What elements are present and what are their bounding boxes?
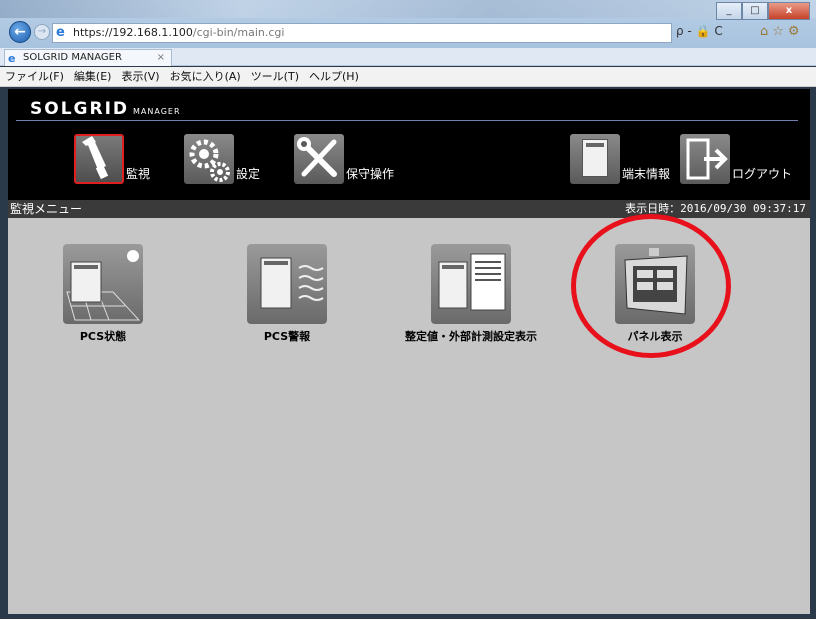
menu-file[interactable]: ファイル(F)	[0, 67, 69, 86]
nav-maintenance-label: 保守操作	[346, 167, 395, 181]
address-url-path: /cgi-bin/main.cgi	[192, 26, 285, 39]
menu-edit[interactable]: 編集(E)	[69, 67, 117, 86]
logout-door-icon	[680, 134, 730, 184]
tab-close-icon[interactable]: ×	[157, 50, 165, 65]
address-tools[interactable]: ρ - 🔒 C	[676, 24, 746, 42]
logo-sub: MANAGER	[133, 107, 181, 116]
pcs-alarm-icon	[260, 257, 324, 309]
maximize-button[interactable]: □	[742, 2, 768, 20]
menu-title: 監視メニュー	[10, 202, 83, 216]
nav-logout-label: ログアウト	[732, 167, 793, 181]
nav-terminal-info-label: 端末情報	[622, 167, 671, 181]
monitor-flashlight-icon	[74, 134, 124, 184]
tile-settings-display-label[interactable]: 整定値・外部計測設定表示	[391, 328, 551, 344]
browser-tab[interactable]: e SOLGRID MANAGER ×	[4, 49, 172, 66]
highlight-circle	[571, 214, 731, 358]
back-button[interactable]: ←	[9, 21, 31, 43]
menu-tools[interactable]: ツール(T)	[246, 67, 304, 86]
header-divider	[16, 120, 798, 121]
nav-maintenance[interactable]: 保守操作	[294, 134, 394, 184]
tile-pcs-status[interactable]	[63, 244, 143, 324]
nav-settings[interactable]: 設定	[184, 134, 260, 184]
status-bar: 監視メニュー 表示日時：2016/09/30 09:37:17	[8, 200, 810, 218]
ie-icon: e	[56, 25, 65, 40]
menu-help[interactable]: ヘルプ(H)	[304, 67, 364, 86]
tab-title: SOLGRID MANAGER	[23, 52, 122, 63]
tile-pcs-alarm-label[interactable]: PCS警報	[247, 328, 327, 344]
tile-pcs-status-label[interactable]: PCS状態	[63, 328, 143, 344]
gears-icon	[184, 134, 234, 184]
logo-main: SOLGRID	[30, 99, 130, 119]
tab-ie-icon: e	[8, 52, 16, 65]
browser-menubar: ファイル(F) 編集(E) 表示(V) お気に入り(A) ツール(T) ヘルプ(…	[0, 67, 816, 87]
close-window-button[interactable]: x	[768, 2, 810, 20]
minimize-button[interactable]: _	[716, 2, 742, 20]
page-content: SOLGRID MANAGER 監視 設定 保守操作 端末情報 ログアウト 監視…	[8, 89, 810, 614]
menu-view[interactable]: 表示(V)	[116, 67, 164, 86]
address-url-host: https://192.168.1.100	[73, 26, 193, 39]
browser-titlebar: ← → e https://192.168.1.100/cgi-bin/main…	[0, 0, 816, 48]
app-header: SOLGRID MANAGER 監視 設定 保守操作 端末情報 ログアウト	[8, 89, 810, 200]
nav-settings-label: 設定	[236, 167, 261, 181]
window-controls: _ □ x	[716, 2, 810, 22]
settings-values-document-icon	[438, 253, 506, 311]
solgrid-logo: SOLGRID MANAGER	[30, 99, 181, 119]
tile-settings-display[interactable]	[431, 244, 511, 324]
menu-favorites[interactable]: お気に入り(A)	[165, 67, 246, 86]
nav-monitor[interactable]: 監視	[74, 134, 150, 184]
pcs-status-solar-icon	[66, 250, 141, 321]
nav-terminal-info[interactable]: 端末情報	[570, 134, 670, 184]
forward-button[interactable]: →	[34, 24, 50, 40]
nav-logout[interactable]: ログアウト	[680, 134, 792, 184]
titlebar-background	[0, 0, 816, 18]
nav-monitor-label: 監視	[126, 167, 151, 181]
terminal-cabinet-icon	[570, 134, 620, 184]
tab-bar: e SOLGRID MANAGER ×	[0, 48, 816, 66]
tile-pcs-alarm[interactable]	[247, 244, 327, 324]
wrench-screwdriver-icon	[294, 134, 344, 184]
favorites-icons[interactable]: ⌂☆⚙	[760, 24, 804, 39]
address-bar[interactable]: e https://192.168.1.100/cgi-bin/main.cgi	[52, 23, 672, 43]
